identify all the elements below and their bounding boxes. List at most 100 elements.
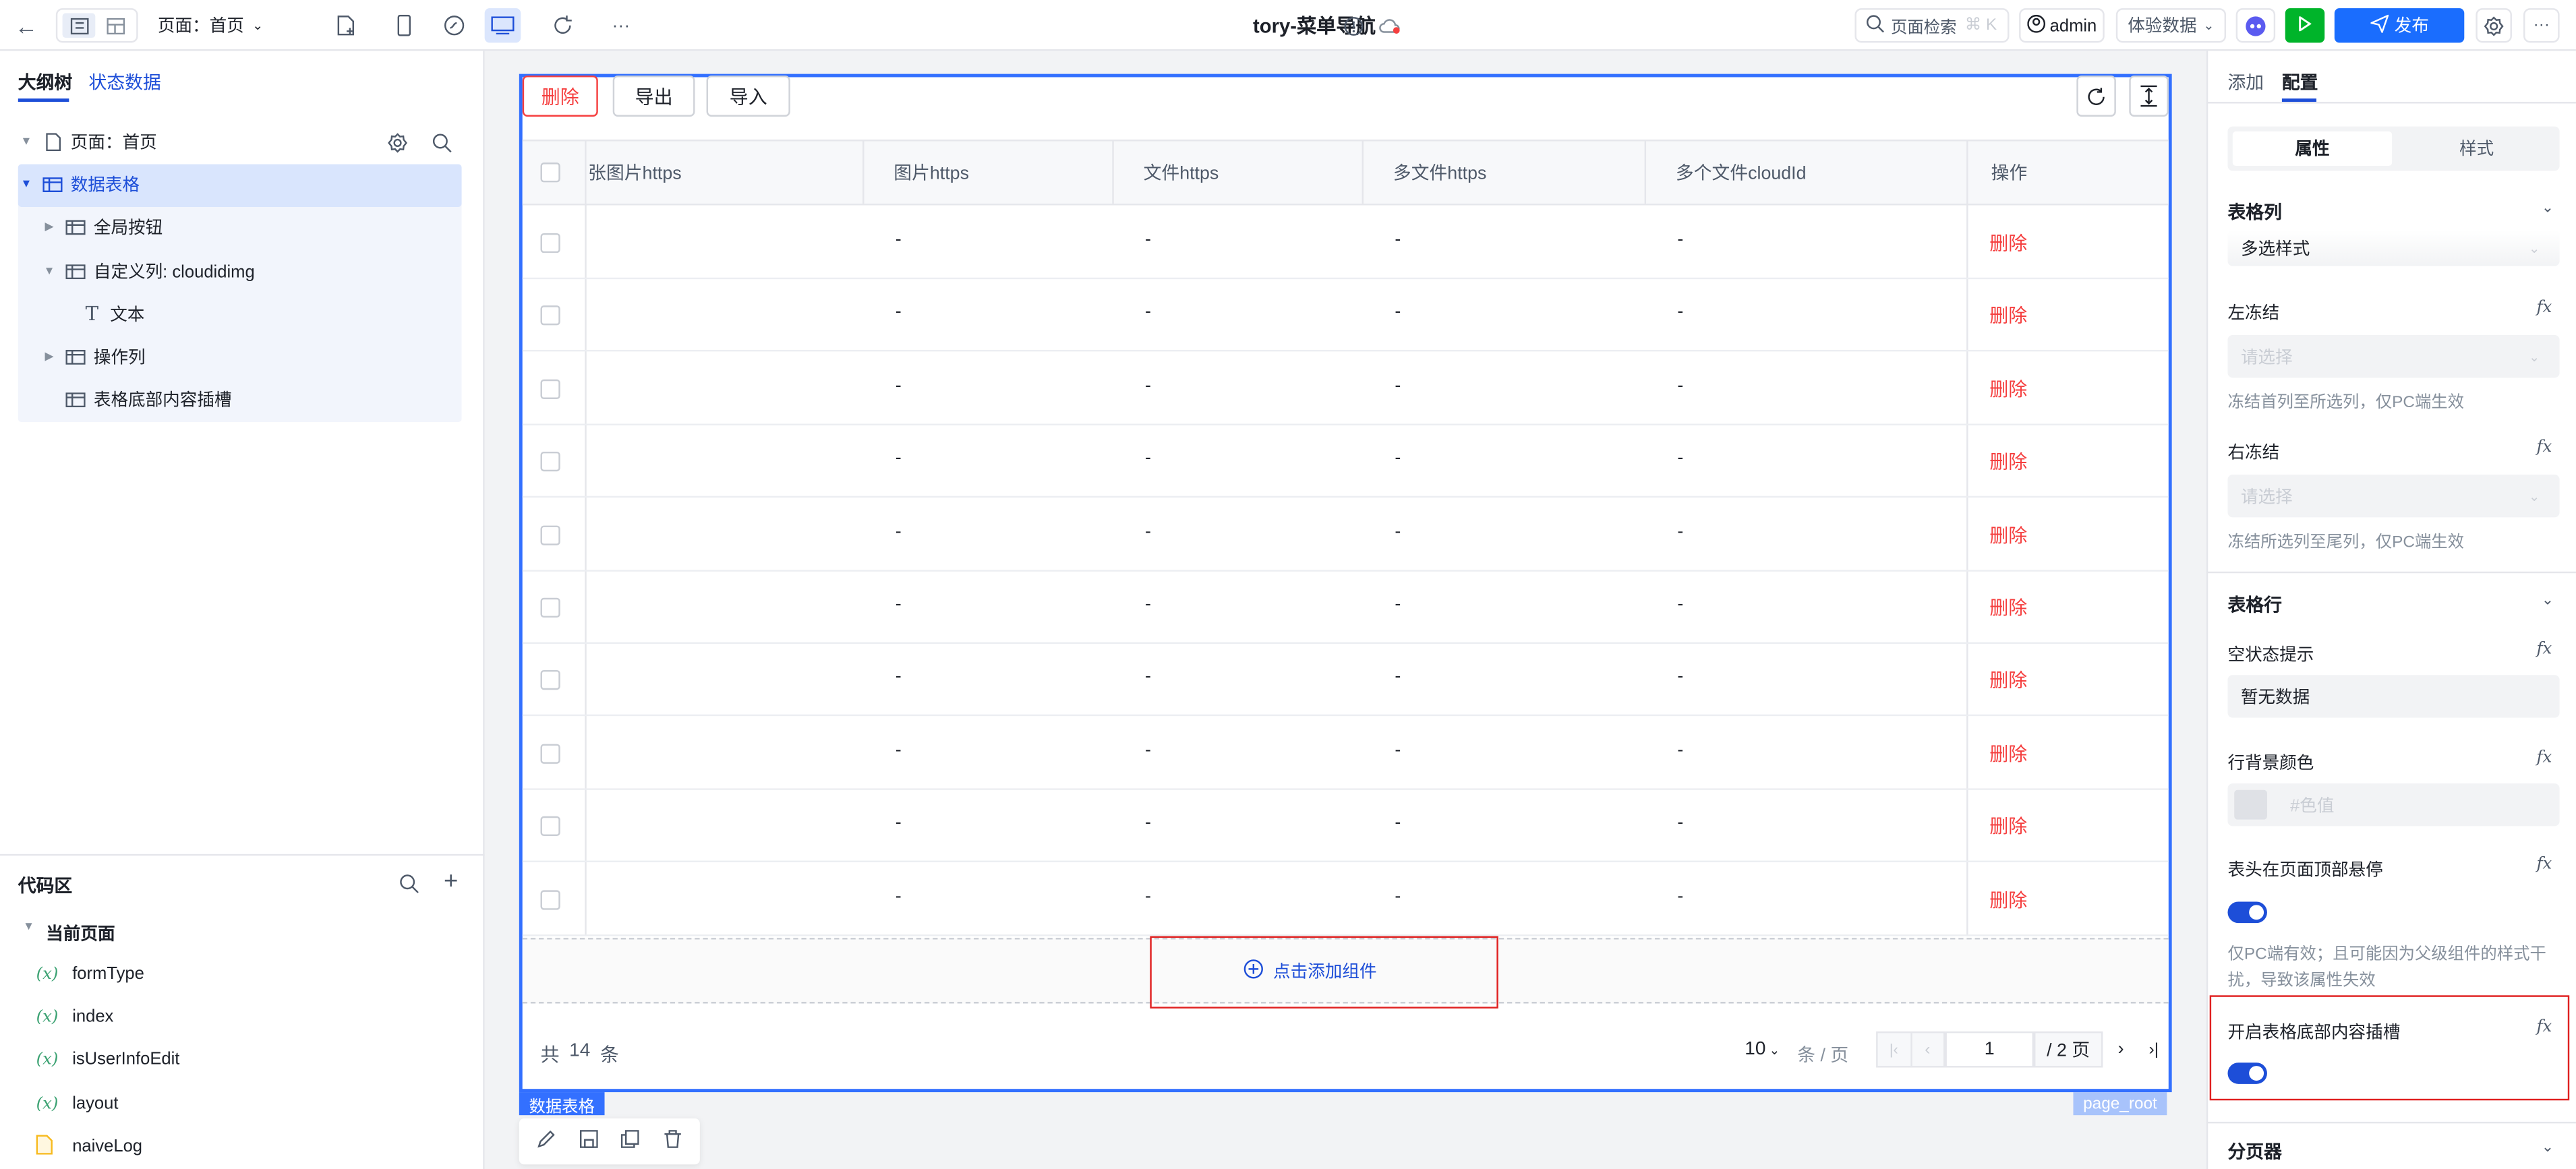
sticky-header-toggle[interactable] — [2227, 901, 2267, 924]
more-icon[interactable]: ··· — [605, 8, 638, 42]
section-table-column[interactable]: 表格列 — [2227, 199, 2281, 225]
back-arrow-icon[interactable]: ← — [10, 8, 43, 42]
save-icon[interactable] — [579, 1130, 598, 1153]
segment-properties[interactable]: 属性 — [2232, 131, 2393, 167]
export-button[interactable]: 导出 — [612, 76, 695, 117]
edit-icon[interactable] — [537, 1130, 556, 1153]
mini-program-icon[interactable] — [437, 8, 470, 42]
row-checkbox[interactable] — [540, 306, 560, 326]
segment-style[interactable]: 样式 — [2397, 131, 2556, 166]
row-bg-input[interactable]: #色值 — [2227, 783, 2560, 827]
row-checkbox[interactable] — [540, 597, 560, 618]
copy-icon[interactable] — [621, 1130, 640, 1153]
column-header[interactable]: 多个文件cloudId — [1644, 141, 1967, 204]
prev-page-icon[interactable]: ‹ — [1912, 1033, 1944, 1066]
footer-slot-toggle[interactable] — [2227, 1062, 2267, 1084]
page-selector[interactable]: 页面：首页 ⌄ — [158, 8, 266, 42]
row-checkbox[interactable] — [540, 379, 560, 399]
tree-item-action-column[interactable]: ▶ 操作列 — [18, 335, 462, 378]
formula-icon[interactable]: fx — [2536, 438, 2552, 456]
import-button[interactable]: 导入 — [706, 76, 790, 117]
env-selector[interactable]: 体验数据 ⌄ — [2115, 8, 2227, 43]
current-page-input[interactable]: 1 — [1945, 1031, 2035, 1068]
page-settings-icon[interactable] — [386, 131, 408, 153]
column-header[interactable]: 文件https — [1112, 141, 1362, 204]
caret-down-icon[interactable]: ▼ — [23, 922, 34, 933]
tree-item-footer-slot[interactable]: 表格底部内容插槽 — [18, 378, 462, 420]
code-item[interactable]: (x) layout — [36, 1082, 119, 1125]
row-delete-link[interactable]: 删除 — [1989, 667, 2027, 694]
page-size-select[interactable]: 10 ⌄ — [1745, 1040, 1780, 1059]
column-header[interactable]: 多文件https — [1362, 141, 1645, 204]
row-delete-link[interactable]: 删除 — [1989, 595, 2027, 621]
layout-view-icon[interactable] — [98, 13, 131, 38]
section-pagination[interactable]: 分页器 — [2227, 1138, 2281, 1164]
tree-item-data-table[interactable]: ▼ 数据表格 — [18, 162, 462, 205]
refresh-icon[interactable] — [546, 8, 579, 42]
row-checkbox[interactable] — [540, 889, 560, 909]
last-page-icon[interactable]: ›| — [2139, 1031, 2169, 1068]
mobile-preview-icon[interactable] — [388, 8, 421, 42]
code-item[interactable]: (x) formType — [36, 953, 144, 995]
formula-icon[interactable]: fx — [2536, 1018, 2552, 1036]
overflow-menu-icon[interactable]: ··· — [2523, 8, 2560, 43]
formula-icon[interactable]: fx — [2536, 640, 2552, 659]
formula-icon[interactable]: fx — [2536, 299, 2552, 317]
tree-search-icon[interactable] — [430, 131, 452, 153]
publish-button[interactable]: 发布 — [2334, 8, 2465, 43]
row-delete-link[interactable]: 删除 — [1989, 303, 2027, 329]
code-item[interactable]: (x) index — [36, 995, 114, 1038]
info-icon[interactable] — [1341, 8, 1367, 42]
run-button[interactable] — [2285, 8, 2325, 43]
tree-item-global-buttons[interactable]: ▶ 全局按钮 — [18, 206, 462, 248]
row-delete-link[interactable]: 删除 — [1989, 887, 2027, 913]
row-checkbox[interactable] — [540, 670, 560, 691]
row-delete-link[interactable]: 删除 — [1989, 449, 2027, 475]
table-refresh-icon[interactable] — [2076, 76, 2116, 117]
right-freeze-select[interactable]: 请选择 ⌄ — [2227, 475, 2560, 518]
left-freeze-select[interactable]: 请选择 ⌄ — [2227, 334, 2560, 378]
row-checkbox[interactable] — [540, 233, 560, 253]
row-delete-link[interactable]: 删除 — [1989, 813, 2027, 839]
code-search-icon[interactable] — [398, 872, 419, 894]
chevron-down-icon[interactable]: ⌄ — [2542, 1138, 2554, 1156]
add-code-icon[interactable]: + — [440, 867, 462, 895]
row-checkbox[interactable] — [540, 744, 560, 764]
code-item[interactable]: (x) isUserInfoEdit — [36, 1038, 180, 1081]
row-height-icon[interactable] — [2129, 76, 2169, 117]
tab-state-data[interactable]: 状态数据 — [89, 69, 161, 95]
row-delete-link[interactable]: 删除 — [1989, 522, 2027, 548]
tab-outline-tree[interactable]: 大纲树 — [18, 69, 72, 95]
section-table-row[interactable]: 表格行 — [2227, 591, 2281, 618]
row-checkbox[interactable] — [540, 524, 560, 545]
next-page-icon[interactable]: › — [2106, 1031, 2136, 1068]
tab-add[interactable]: 添加 — [2227, 69, 2264, 95]
row-delete-link[interactable]: 删除 — [1989, 230, 2027, 256]
tab-config[interactable]: 配置 — [2282, 69, 2318, 95]
selection-style-select[interactable]: 多选样式 ⌄ — [2227, 230, 2560, 266]
trash-icon[interactable] — [664, 1130, 682, 1153]
new-page-icon[interactable] — [328, 8, 361, 42]
first-page-icon[interactable]: |‹ — [1878, 1033, 1912, 1067]
ai-assistant-icon[interactable] — [2235, 8, 2276, 43]
row-delete-link[interactable]: 删除 — [1989, 376, 2027, 402]
desktop-preview-icon[interactable] — [484, 8, 521, 43]
row-delete-link[interactable]: 删除 — [1989, 740, 2027, 767]
formula-icon[interactable]: fx — [2536, 856, 2552, 874]
cloud-sync-icon[interactable] — [1377, 8, 1403, 42]
empty-tip-input[interactable]: 暂无数据 — [2227, 675, 2560, 718]
row-checkbox[interactable] — [540, 452, 560, 472]
page-search-button[interactable]: 页面检索 ⌘ K — [1854, 8, 2010, 43]
settings-icon[interactable] — [2476, 8, 2512, 43]
chevron-down-icon[interactable]: ⌄ — [2542, 199, 2554, 217]
add-component-button[interactable]: 点击添加组件 — [1243, 959, 1377, 984]
tree-item-text[interactable]: T 文本 — [18, 293, 462, 335]
formula-icon[interactable]: fx — [2536, 749, 2552, 767]
column-header[interactable]: 图片https — [862, 141, 1113, 204]
column-header[interactable]: 张图片https — [586, 141, 863, 204]
batch-delete-button[interactable]: 删除 — [522, 76, 598, 117]
chevron-down-icon[interactable]: ⌄ — [2542, 591, 2554, 609]
tree-item-custom-column[interactable]: ▼ 自定义列: cloudidimg — [18, 249, 462, 292]
outline-view-icon[interactable] — [62, 13, 96, 38]
user-menu[interactable]: admin — [2019, 8, 2105, 43]
